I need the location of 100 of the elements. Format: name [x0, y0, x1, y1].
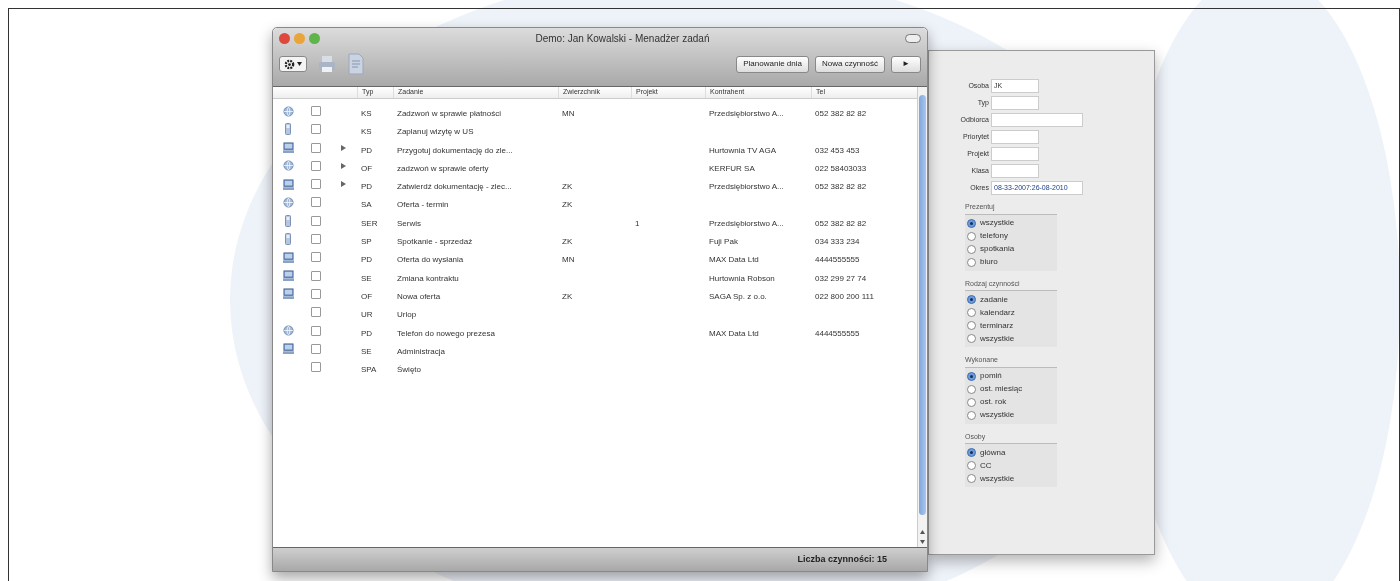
- checkbox[interactable]: [311, 343, 321, 354]
- scroll-thumb[interactable]: [919, 95, 926, 515]
- toolbar-button[interactable]: Nowa czynność: [814, 55, 885, 73]
- radio-label: wszystkie: [980, 217, 1015, 229]
- table-cell: SAGA Sp. z o.o.: [709, 291, 767, 301]
- radio-button[interactable]: [967, 384, 976, 394]
- table-cell: 034 333 234: [815, 237, 860, 247]
- input-field[interactable]: [991, 130, 1039, 144]
- table-cell: Zatwierdź dokumentację - zlec...: [397, 182, 512, 192]
- input-field[interactable]: [991, 96, 1039, 110]
- table-cell: Zmiana kontraktu: [397, 273, 459, 283]
- table-cell: ZK: [562, 182, 573, 192]
- table-cell: ZK: [562, 291, 573, 301]
- table-cell: Zaplanuj wizytę w US: [397, 127, 474, 137]
- checkbox[interactable]: [311, 325, 321, 336]
- radio-button[interactable]: [967, 474, 976, 483]
- scroll-bar[interactable]: [917, 87, 927, 547]
- table-cell: 4444555555: [815, 328, 860, 338]
- status-text: Liczba czynności: 15: [797, 552, 887, 566]
- table-cell: SE: [361, 273, 372, 283]
- table-cell: ZK: [562, 237, 573, 247]
- printer-icon[interactable]: [317, 54, 337, 74]
- radio-button[interactable]: [967, 461, 976, 470]
- checkbox[interactable]: [311, 234, 321, 245]
- radio-label: ost. miesiąc: [980, 383, 1023, 395]
- table-cell: Urlop: [397, 310, 417, 320]
- table-cell: 032 453 453: [815, 145, 860, 155]
- gear-menu-button[interactable]: [279, 56, 307, 72]
- zoom-button[interactable]: [309, 32, 320, 44]
- radio-label: biuro: [980, 256, 998, 268]
- checkbox[interactable]: [311, 362, 321, 373]
- radio-label: wszystkie: [980, 409, 1015, 421]
- table-cell: Telefon do nowego prezesa: [397, 328, 495, 338]
- table-cell: PD: [361, 182, 373, 192]
- close-button[interactable]: [279, 32, 290, 44]
- checkbox[interactable]: [311, 179, 321, 190]
- input-field[interactable]: [991, 164, 1039, 178]
- input-field[interactable]: [991, 147, 1039, 161]
- radio-button[interactable]: [967, 397, 976, 407]
- scroll-up-arrow-icon[interactable]: [918, 527, 927, 537]
- radio-label: wszystkie: [980, 472, 1015, 485]
- checkbox[interactable]: [311, 252, 321, 263]
- radio-button[interactable]: [967, 410, 976, 420]
- radio-button[interactable]: [967, 448, 976, 457]
- table-cell: SP: [361, 237, 372, 247]
- computer-icon: [282, 178, 294, 190]
- checkbox[interactable]: [311, 142, 321, 153]
- toolbar-button[interactable]: ►: [891, 55, 921, 73]
- input-field[interactable]: [991, 113, 1083, 127]
- radio-button[interactable]: [967, 218, 976, 228]
- phone-icon: [285, 214, 291, 227]
- radio-label: ost. rok: [980, 396, 1007, 408]
- table-cell: 022 800 200 111: [815, 291, 874, 301]
- radio-button[interactable]: [967, 321, 976, 330]
- table-cell: 052 382 82 82: [815, 109, 867, 118]
- checkbox[interactable]: [311, 288, 321, 299]
- table-cell: KS: [361, 127, 372, 137]
- checkbox[interactable]: [311, 197, 321, 208]
- radio-button[interactable]: [967, 295, 976, 304]
- radio-label: kalendarz: [980, 306, 1015, 319]
- radio-label: zadanie: [980, 293, 1009, 306]
- expand-triangle-icon[interactable]: [340, 162, 346, 169]
- scroll-down-arrow-icon[interactable]: [918, 537, 927, 547]
- radio-button[interactable]: [967, 371, 976, 381]
- globe-icon: [282, 197, 294, 208]
- toolbar-toggle-button[interactable]: [905, 33, 921, 43]
- globe-icon: [282, 105, 294, 117]
- table-cell: PD: [361, 328, 373, 338]
- checkbox[interactable]: [311, 160, 321, 171]
- table-cell: Spotkanie - sprzedaż: [397, 237, 473, 247]
- table-cell: SPA: [361, 365, 377, 375]
- checkbox[interactable]: [311, 307, 321, 318]
- checkbox[interactable]: [311, 270, 321, 281]
- table-cell: MN: [562, 255, 575, 265]
- radio-button[interactable]: [967, 244, 976, 254]
- table-cell: PD: [361, 255, 373, 265]
- radio-button[interactable]: [967, 231, 976, 241]
- table-cell: Hurtownia Robson: [709, 273, 775, 283]
- table-cell: Święto: [397, 365, 421, 375]
- radio-button[interactable]: [967, 257, 976, 267]
- table-cell: Przedsiębiorstwo A...: [709, 182, 784, 192]
- table-cell: Administracja: [397, 346, 445, 356]
- toolbar-button[interactable]: Planowanie dnia: [736, 55, 809, 73]
- table-cell: Przygotuj dokumentację do zle...: [397, 145, 513, 155]
- radio-button[interactable]: [967, 308, 976, 317]
- radio-label: CC: [980, 459, 992, 472]
- expand-triangle-icon[interactable]: [340, 181, 346, 188]
- radio-button[interactable]: [967, 334, 976, 343]
- minimize-button[interactable]: [294, 32, 305, 44]
- table-cell: 022 58403033: [815, 163, 867, 173]
- table-cell: SER: [361, 218, 378, 228]
- checkbox[interactable]: [311, 124, 321, 135]
- checkbox[interactable]: [311, 106, 321, 116]
- table-cell: ZK: [562, 200, 573, 210]
- radio-label: spotkania: [980, 243, 1015, 255]
- table-cell: MAX Data Ltd: [709, 328, 759, 338]
- table-cell: OF: [361, 163, 373, 173]
- checkbox[interactable]: [311, 215, 321, 226]
- expand-triangle-icon[interactable]: [340, 144, 346, 151]
- document-icon[interactable]: [347, 53, 365, 75]
